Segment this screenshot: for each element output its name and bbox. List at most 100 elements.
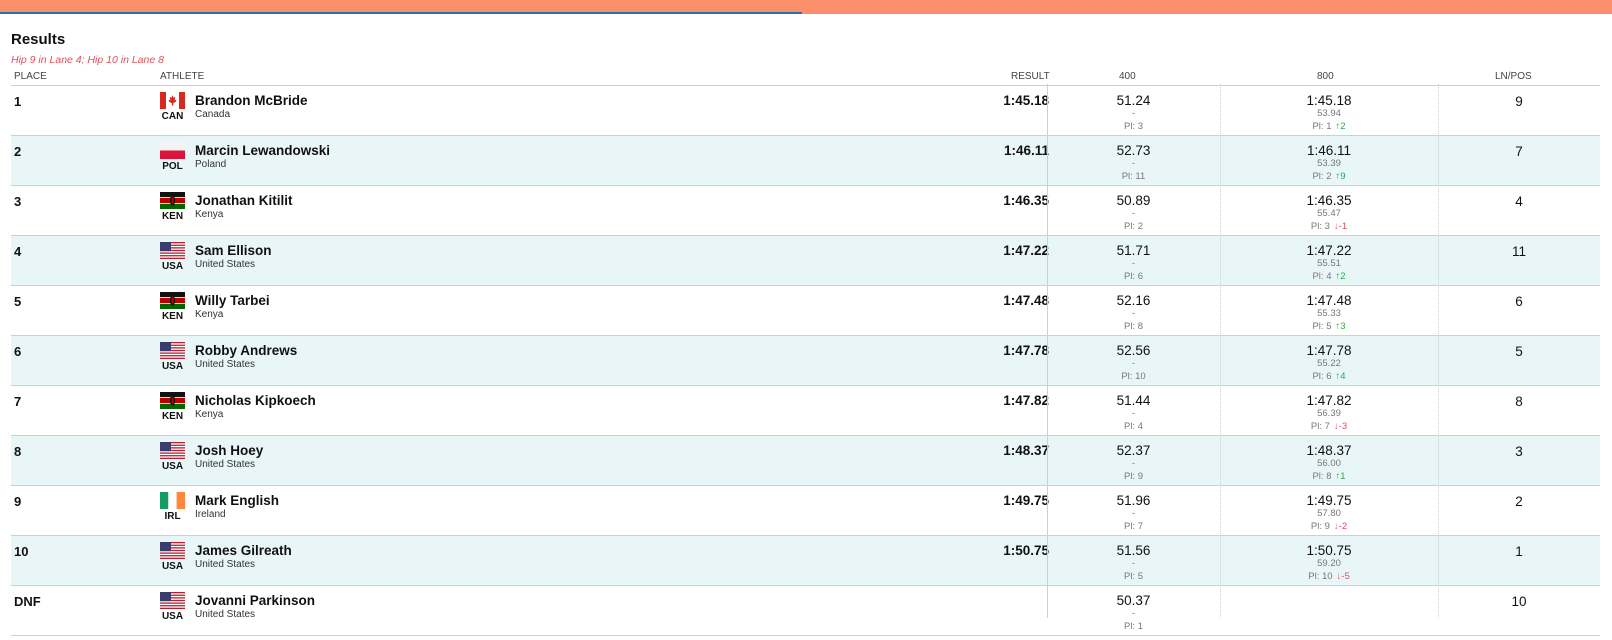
split-place: Pl: 4 ↑2 [1312, 271, 1346, 282]
athlete-name-link[interactable]: Robby Andrews [195, 343, 297, 358]
athlete-name-link[interactable]: Marcin Lewandowski [195, 143, 330, 158]
table-row[interactable]: 9 IRL Mark English Ireland 1:49.75 51.96… [11, 486, 1600, 536]
table-body: 1 CAN Brandon McBride Canada 1:45.18 51.… [11, 86, 1600, 636]
table-row[interactable]: 1 CAN Brandon McBride Canada 1:45.18 51.… [11, 86, 1600, 136]
top-accent-bar [0, 0, 1612, 14]
place-cell: 7 [14, 394, 22, 409]
athlete-country: Ireland [195, 509, 226, 520]
split-800-cell: 1:47.78 55.22 Pl: 6 ↑4 [1220, 336, 1438, 383]
split-800-cell: 1:49.75 57.80 Pl: 9 ↓-2 [1220, 486, 1438, 533]
lap-time: 53.39 [1317, 158, 1341, 169]
athlete-country: United States [195, 459, 256, 470]
split-time: 51.24 [1116, 93, 1151, 108]
split-time: 51.56 [1116, 543, 1151, 558]
table-row[interactable]: DNF USA Jovanni Parkinson United States … [11, 586, 1600, 636]
athlete-country: Kenya [195, 209, 224, 220]
split-time: 51.71 [1116, 243, 1151, 258]
result-time: 1:46.11 [1003, 143, 1049, 158]
athlete-country: Kenya [195, 409, 224, 420]
split-800-cell: 1:47.22 55.51 Pl: 4 ↑2 [1220, 236, 1438, 283]
lap-time: 57.80 [1317, 508, 1341, 519]
table-row[interactable]: 8 USA Josh Hoey United States 1:48.37 52… [11, 436, 1600, 486]
country-code: USA [161, 261, 184, 272]
column-header-800[interactable]: 800 [1317, 71, 1334, 82]
place-cell: 6 [14, 344, 22, 359]
split-place: Pl: 6 [1123, 271, 1143, 282]
split-time: 1:45.18 [1306, 93, 1352, 108]
split-place: Pl: 7 ↓-3 [1310, 421, 1348, 432]
athlete-name-link[interactable]: Brandon McBride [195, 93, 308, 108]
column-header-400[interactable]: 400 [1119, 71, 1136, 82]
canada-flag-icon [160, 92, 185, 109]
split-400-cell: 52.73 - Pl: 11 [1047, 136, 1220, 183]
athlete-name-link[interactable]: Mark English [195, 493, 279, 508]
column-header-athlete[interactable]: ATHLETE [160, 71, 204, 82]
athlete-name-link[interactable]: Willy Tarbei [195, 293, 270, 308]
lane-position: 10 [1511, 594, 1527, 609]
result-time: 1:49.75 [1003, 493, 1049, 508]
split-place: Pl: 4 [1123, 421, 1143, 432]
split-400-cell: 52.56 - Pl: 10 [1047, 336, 1220, 383]
athlete-name-link[interactable]: Jovanni Parkinson [195, 593, 315, 608]
lap-time: - [1131, 408, 1136, 419]
result-time: 1:46.35 [1003, 193, 1049, 208]
athlete-name-link[interactable]: Jonathan Kitilit [195, 193, 293, 208]
athlete-name-link[interactable]: Sam Ellison [195, 243, 272, 258]
athlete-name-link[interactable]: Nicholas Kipkoech [195, 393, 316, 408]
table-row[interactable]: 10 USA James Gilreath United States 1:50… [11, 536, 1600, 586]
athlete-name-link[interactable]: Josh Hoey [195, 443, 263, 458]
place-cell: 10 [14, 544, 29, 559]
athlete-country: United States [195, 559, 256, 570]
split-place: Pl: 5 [1123, 571, 1143, 582]
country-code: POL [162, 161, 183, 172]
lap-time: - [1131, 558, 1136, 569]
split-time: 1:46.11 [1306, 143, 1352, 158]
athlete-country: Poland [195, 159, 227, 170]
table-row[interactable]: 3 KEN Jonathan Kitilit Kenya 1:46.35 50.… [11, 186, 1600, 236]
position-change: ↑1 [1335, 471, 1346, 482]
column-header-result[interactable]: RESULT [1011, 71, 1050, 82]
split-400-cell: 52.37 - Pl: 9 [1047, 436, 1220, 483]
country-code: CAN [161, 111, 184, 122]
position-change: ↓-1 [1333, 221, 1348, 232]
split-place: Pl: 6 ↑4 [1312, 371, 1346, 382]
position-change: ↓-2 [1333, 521, 1348, 532]
lap-time: - [1131, 208, 1136, 219]
place-cell: 4 [14, 244, 22, 259]
position-change: ↑2 [1335, 121, 1346, 132]
column-header-place[interactable]: PLACE [14, 71, 47, 82]
split-place: Pl: 8 [1123, 321, 1143, 332]
lane-position: 6 [1515, 294, 1523, 309]
usa-flag-icon [160, 542, 185, 559]
table-row[interactable]: 6 USA Robby Andrews United States 1:47.7… [11, 336, 1600, 386]
table-row[interactable]: 4 USA Sam Ellison United States 1:47.22 … [11, 236, 1600, 286]
position-change: ↓-5 [1336, 571, 1350, 582]
athlete-name-link[interactable]: James Gilreath [195, 543, 292, 558]
split-place: Pl: 3 [1123, 121, 1143, 132]
table-row[interactable]: 7 KEN Nicholas Kipkoech Kenya 1:47.82 51… [11, 386, 1600, 436]
split-800-cell: 1:45.18 53.94 Pl: 1 ↑2 [1220, 86, 1438, 133]
split-400-cell: 50.37 - Pl: 1 [1047, 586, 1220, 633]
column-divider [1047, 84, 1048, 618]
split-time: 50.89 [1116, 193, 1151, 208]
lane-position: 11 [1511, 244, 1526, 259]
column-header-lnpos[interactable]: LN/POS [1495, 71, 1532, 82]
lane-position: 2 [1515, 494, 1523, 509]
split-place: Pl: 11 [1121, 171, 1146, 182]
table-row[interactable]: 2 POL Marcin Lewandowski Poland 1:46.11 … [11, 136, 1600, 186]
usa-flag-icon [160, 242, 185, 259]
lap-time: - [1131, 358, 1136, 369]
split-time: 1:47.48 [1306, 293, 1352, 308]
column-divider [1438, 84, 1439, 618]
result-time: 1:47.82 [1003, 393, 1049, 408]
split-time: 1:49.75 [1306, 493, 1352, 508]
lane-position: 9 [1515, 94, 1523, 109]
position-change: ↑9 [1335, 171, 1346, 182]
lap-time: - [1131, 608, 1136, 619]
split-800-cell [1220, 586, 1438, 593]
split-400-cell: 51.24 - Pl: 3 [1047, 86, 1220, 133]
lap-time: - [1131, 158, 1136, 169]
result-time: 1:50.75 [1003, 543, 1049, 558]
table-row[interactable]: 5 KEN Willy Tarbei Kenya 1:47.48 52.16 -… [11, 286, 1600, 336]
heat-note: Hip 9 in Lane 4; Hip 10 in Lane 8 [11, 54, 164, 66]
